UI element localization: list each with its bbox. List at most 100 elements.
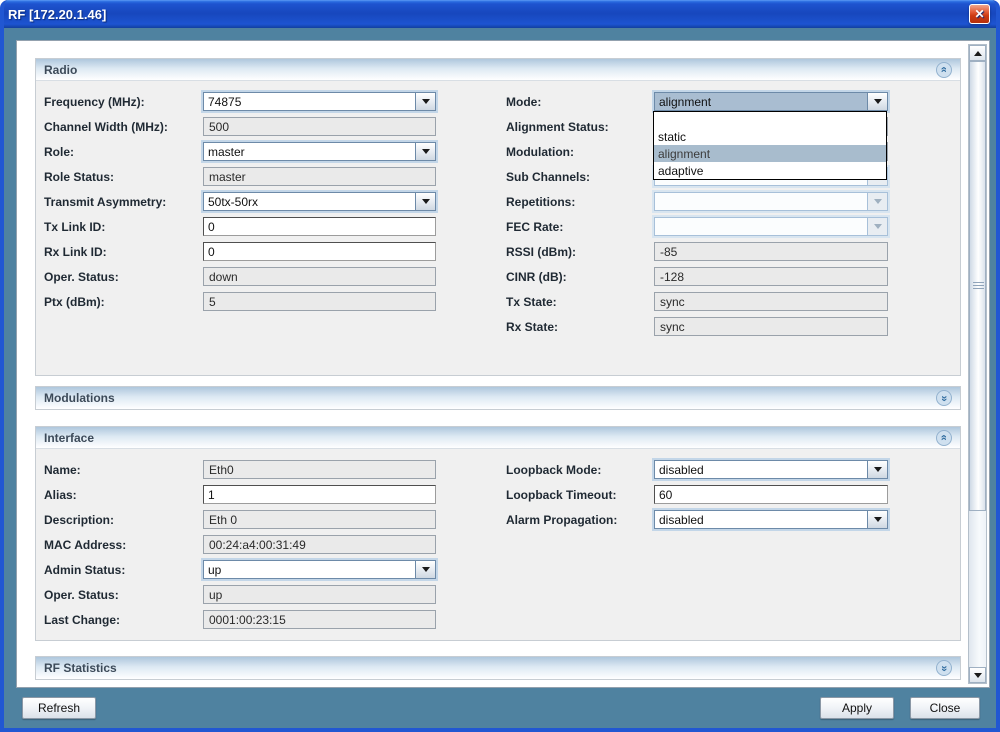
scrollbar-thumb[interactable] [969, 61, 986, 511]
repetitions-combobox [654, 192, 888, 211]
admin-status-combobox[interactable]: up [203, 560, 436, 579]
form-row: Rx State: sync [506, 314, 888, 339]
field-label: RSSI (dBm): [506, 244, 576, 259]
field-label: Alarm Propagation: [506, 512, 618, 527]
alias-input[interactable] [203, 485, 436, 504]
field-label: Role Status: [44, 169, 115, 184]
form-row: Tx State: sync [506, 289, 888, 314]
form-row: Loopback Mode: disabled [506, 457, 888, 482]
content-panel: Radio » Frequency (MHz): 74875 Channel W… [16, 40, 990, 688]
expand-chevron-icon[interactable]: » [936, 660, 952, 676]
role-combobox[interactable]: master [203, 142, 436, 161]
mode-combobox[interactable]: alignment [654, 92, 888, 111]
field-label: FEC Rate: [506, 219, 564, 234]
last-change-field: 0001:00:23:15 [203, 610, 436, 629]
field-label: Frequency (MHz): [44, 94, 145, 109]
collapse-chevron-icon[interactable]: » [936, 429, 952, 446]
form-row: Oper. Status: up [44, 582, 436, 607]
interface-oper-status-field: up [203, 585, 436, 604]
channel-width-field: 500 [203, 117, 436, 136]
loopback-timeout-input[interactable] [654, 485, 888, 504]
form-row: Frequency (MHz): 74875 [44, 89, 436, 114]
tx-state-field: sync [654, 292, 888, 311]
scroll-up-button[interactable] [969, 45, 986, 61]
mac-address-field: 00:24:a4:00:31:49 [203, 535, 436, 554]
chevron-down-icon[interactable] [867, 511, 887, 528]
form-row: Role Status: master [44, 164, 436, 189]
field-label: Name: [44, 462, 81, 477]
name-field: Eth0 [203, 460, 436, 479]
modulations-section-title: Modulations [44, 391, 115, 405]
description-field: Eth 0 [203, 510, 436, 529]
form-row: Description: Eth 0 [44, 507, 436, 532]
frequency-combobox[interactable]: 74875 [203, 92, 436, 111]
close-icon: ✕ [974, 7, 985, 21]
form-row: CINR (dB): -128 [506, 264, 888, 289]
chevron-down-icon[interactable] [415, 193, 435, 210]
field-label: MAC Address: [44, 537, 127, 552]
chevron-down-icon[interactable] [415, 561, 435, 578]
form-row: Name: Eth0 [44, 457, 436, 482]
field-label: Channel Width (MHz): [44, 119, 168, 134]
field-label: Tx Link ID: [44, 219, 106, 234]
arrow-down-icon [973, 672, 982, 678]
rf-statistics-section-title: RF Statistics [44, 661, 117, 675]
dropdown-option[interactable] [654, 112, 886, 128]
vertical-scrollbar[interactable] [968, 44, 987, 684]
interface-section-header[interactable]: Interface » [36, 427, 960, 449]
chevron-down-icon[interactable] [867, 461, 887, 478]
tx-link-id-input[interactable] [203, 217, 436, 236]
apply-button[interactable]: Apply [820, 697, 894, 719]
close-window-button[interactable]: ✕ [969, 4, 990, 24]
dropdown-option-adaptive[interactable]: adaptive [654, 162, 886, 179]
dropdown-option-alignment[interactable]: alignment [654, 145, 886, 162]
rf-statistics-section-header[interactable]: RF Statistics » [36, 657, 960, 679]
field-label: CINR (dB): [506, 269, 567, 284]
field-label: Modulation: [506, 144, 574, 159]
field-label: Repetitions: [506, 194, 576, 209]
chevron-down-icon[interactable] [867, 93, 887, 110]
collapse-chevron-icon[interactable]: » [936, 61, 952, 78]
field-label: Ptx (dBm): [44, 294, 105, 309]
arrow-up-icon [973, 50, 982, 56]
interface-section-body: Name: Eth0 Alias: Description: Eth 0 MAC… [36, 449, 960, 640]
form-row: Transmit Asymmetry: 50tx-50rx [44, 189, 436, 214]
oper-status-field: down [203, 267, 436, 286]
chevron-down-icon[interactable] [415, 143, 435, 160]
loopback-mode-combobox[interactable]: disabled [654, 460, 888, 479]
field-label: Role: [44, 144, 74, 159]
rx-link-id-input[interactable] [203, 242, 436, 261]
form-row: Rx Link ID: [44, 239, 436, 264]
field-label: Loopback Timeout: [506, 487, 617, 502]
title-bar[interactable]: RF [172.20.1.46] ✕ [4, 0, 996, 28]
field-label: Oper. Status: [44, 587, 119, 602]
alarm-propagation-combobox[interactable]: disabled [654, 510, 888, 529]
radio-section-header[interactable]: Radio » [36, 59, 960, 81]
modulations-section: Modulations » [35, 386, 961, 410]
rf-statistics-section: RF Statistics » [35, 656, 961, 680]
chevron-down-icon [867, 193, 887, 210]
transmit-asymmetry-combobox[interactable]: 50tx-50rx [203, 192, 436, 211]
radio-section-body: Frequency (MHz): 74875 Channel Width (MH… [36, 81, 960, 375]
expand-chevron-icon[interactable]: » [936, 390, 952, 406]
field-label: Alias: [44, 487, 77, 502]
radio-section: Radio » Frequency (MHz): 74875 Channel W… [35, 58, 961, 376]
form-row: MAC Address: 00:24:a4:00:31:49 [44, 532, 436, 557]
fec-rate-combobox [654, 217, 888, 236]
refresh-button[interactable]: Refresh [22, 697, 96, 719]
form-row: Alias: [44, 482, 436, 507]
scroll-down-button[interactable] [969, 667, 986, 683]
interface-section-title: Interface [44, 430, 95, 445]
close-button[interactable]: Close [910, 697, 980, 719]
form-row: Repetitions: [506, 189, 888, 214]
radio-section-title: Radio [44, 62, 78, 77]
chevron-down-icon[interactable] [415, 93, 435, 110]
dropdown-option-static[interactable]: static [654, 128, 886, 145]
field-label: Transmit Asymmetry: [44, 194, 167, 209]
field-label: Loopback Mode: [506, 462, 602, 477]
modulations-section-header[interactable]: Modulations » [36, 387, 960, 409]
form-row: Channel Width (MHz): 500 [44, 114, 436, 139]
interface-section: Interface » Name: Eth0 Alias: Descriptio… [35, 426, 961, 641]
field-label: Oper. Status: [44, 269, 119, 284]
form-row: Oper. Status: down [44, 264, 436, 289]
